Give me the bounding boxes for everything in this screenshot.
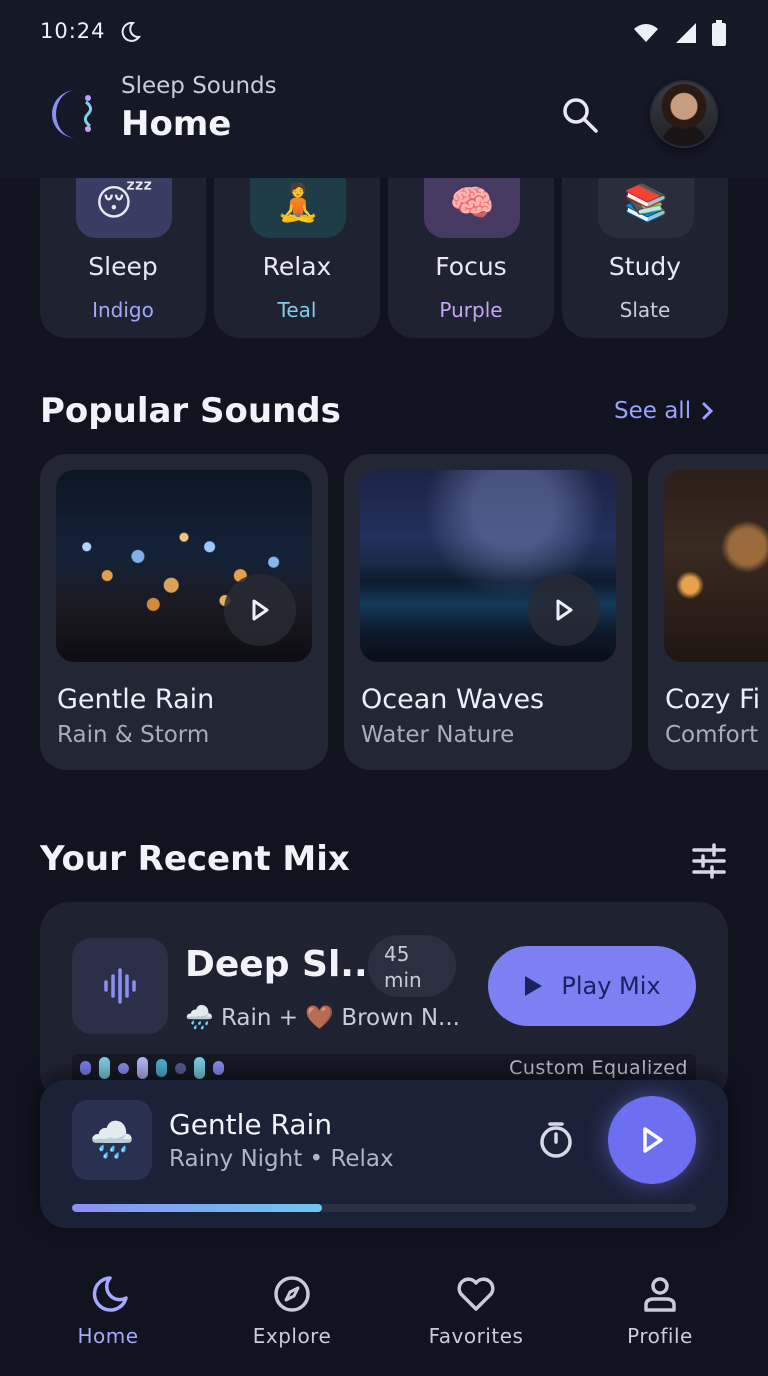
app-name: Sleep Sounds (121, 73, 277, 99)
equalizer-bars (80, 1056, 224, 1080)
page-title: Home (121, 104, 232, 144)
status-icons (632, 20, 726, 46)
category-card-study[interactable]: 📚 Study Slate (562, 178, 728, 338)
nav-explore[interactable]: Explore (200, 1272, 384, 1348)
see-all-link[interactable]: See all (614, 398, 715, 424)
moon-icon (92, 1276, 128, 1312)
category-name: Focus (435, 252, 507, 281)
play-mix-label: Play Mix (561, 972, 661, 1000)
category-subtitle: Indigo (92, 298, 154, 322)
duration-value: 45 (384, 942, 410, 966)
sound-card-gentle-rain[interactable]: Gentle Rain Rain & Storm (40, 454, 328, 770)
app-logo-icon (52, 90, 93, 138)
sound-name: Ocean Waves (361, 684, 545, 715)
sound-category: Water Nature (361, 722, 515, 748)
nav-favorites[interactable]: Favorites (384, 1272, 568, 1348)
nav-label: Profile (627, 1324, 693, 1348)
duration-badge: 45 min (368, 935, 456, 997)
avatar[interactable] (652, 82, 716, 146)
sound-name: Gentle Rain (57, 684, 215, 715)
duration-unit: min (384, 968, 422, 992)
progress-fill (72, 1204, 322, 1212)
battery-icon (712, 20, 726, 46)
category-name: Sleep (88, 252, 158, 281)
category-name: Relax (262, 252, 332, 281)
now-playing-title: Gentle Rain (169, 1108, 333, 1141)
sound-name: Cozy Fi (665, 684, 761, 715)
category-subtitle: Purple (439, 298, 503, 322)
chevron-right-icon (702, 402, 714, 420)
category-card-focus[interactable]: 🧠 Focus Purple (388, 178, 554, 338)
wifi-icon (634, 24, 658, 42)
sound-wave-icon (104, 968, 136, 1004)
nav-profile[interactable]: Profile (568, 1272, 752, 1348)
now-playing-play-button[interactable] (608, 1096, 696, 1184)
category-name: Study (608, 252, 682, 281)
compass-icon (274, 1276, 310, 1312)
play-mix-button[interactable]: Play Mix (488, 946, 696, 1026)
equalizer-strip: Custom Equalized (72, 1054, 696, 1082)
sound-card-ocean-waves[interactable]: Ocean Waves Water Nature (344, 454, 632, 770)
play-icon (252, 599, 269, 621)
play-icon (643, 1127, 663, 1153)
eq-label: Custom Equalized (509, 1057, 688, 1079)
play-icon (556, 599, 573, 621)
rain-cloud-icon: 🌧️ (72, 1100, 152, 1180)
recent-mix-heading: Your Recent Mix (40, 839, 350, 879)
popular-sounds-heading: Popular Sounds (40, 391, 341, 431)
sleep-emoji-icon: 😴 (76, 178, 172, 238)
category-row: 😴 Sleep Indigo 🧘 Relax Teal 🧠 Focus Purp… (40, 178, 728, 338)
do-not-disturb-moon-icon (121, 21, 142, 42)
mix-description: 🌧️ Rain + 🤎 Brown N... (185, 1005, 460, 1031)
sound-category: Comfort (665, 722, 759, 748)
search-icon[interactable] (558, 93, 602, 137)
timer-icon[interactable] (536, 1120, 576, 1160)
play-button[interactable] (528, 574, 600, 646)
now-playing-subtitle: Rainy Night • Relax (169, 1146, 394, 1172)
playback-progress[interactable] (72, 1204, 696, 1212)
play-icon (525, 976, 543, 996)
sound-card-cozy-fire[interactable]: Cozy Fi Comfort (648, 454, 768, 770)
category-card-sleep[interactable]: 😴 Sleep Indigo (40, 178, 206, 338)
sound-category: Rain & Storm (57, 722, 210, 748)
cellular-signal-icon (676, 23, 696, 43)
see-all-label: See all (614, 398, 692, 424)
cozy-cabin-image (664, 470, 768, 662)
meditation-emoji-icon: 🧘 (250, 178, 346, 238)
category-subtitle: Teal (277, 298, 317, 322)
nav-home[interactable]: Home (16, 1272, 200, 1348)
person-icon (644, 1277, 676, 1312)
nav-label: Home (77, 1324, 139, 1348)
status-time: 10:24 (40, 19, 106, 43)
category-card-relax[interactable]: 🧘 Relax Teal (214, 178, 380, 338)
mix-name: Deep Sl... (185, 944, 382, 985)
category-subtitle: Slate (619, 298, 671, 322)
mix-icon (72, 938, 168, 1034)
books-emoji-icon: 📚 (598, 178, 694, 238)
nav-label: Explore (252, 1324, 332, 1348)
tune-sliders-icon[interactable] (690, 842, 728, 880)
play-button[interactable] (224, 574, 296, 646)
heart-icon (457, 1277, 495, 1311)
nav-label: Favorites (428, 1324, 524, 1348)
brain-emoji-icon: 🧠 (424, 178, 520, 238)
